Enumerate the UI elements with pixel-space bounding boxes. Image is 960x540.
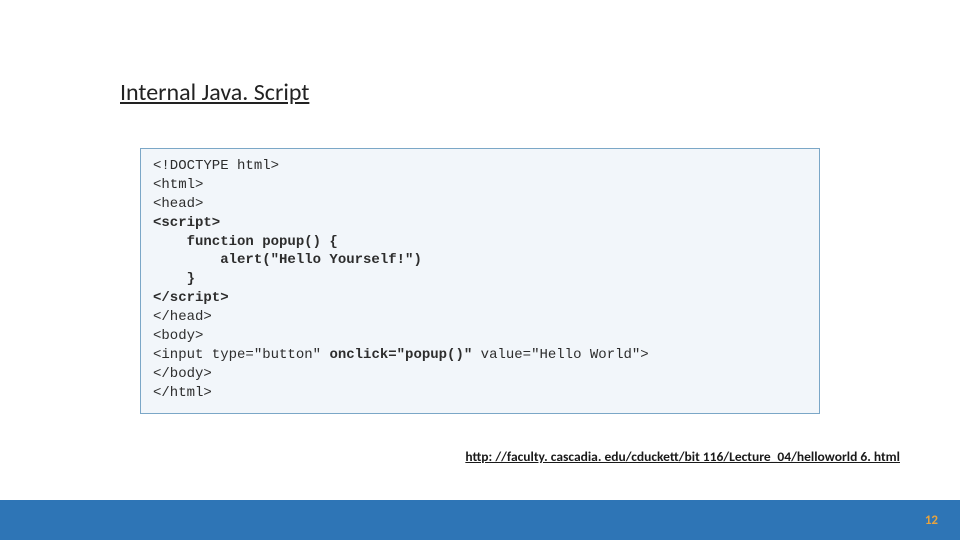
slide: Internal Java. Script <!DOCTYPE html> <h… — [0, 0, 960, 540]
slide-title: Internal Java. Script — [120, 78, 309, 107]
code-line: </body> — [153, 366, 212, 382]
code-box: <!DOCTYPE html> <html> <head> <script> f… — [140, 148, 820, 414]
code-line: <!DOCTYPE html> — [153, 158, 279, 174]
code-line: <body> — [153, 328, 203, 344]
code-line: } — [153, 271, 195, 287]
code-line: </html> — [153, 385, 212, 401]
reference-link[interactable]: http: //faculty. cascadia. edu/cduckett/… — [465, 448, 900, 465]
footer-bar: 12 — [0, 500, 960, 540]
code-line: <input type="button" — [153, 347, 329, 363]
code-line: function popup() { — [153, 234, 338, 250]
code-line: value="Hello World"> — [472, 347, 648, 363]
code-line: <script> — [153, 215, 220, 231]
code-line: </script> — [153, 290, 229, 306]
code-line: <html> — [153, 177, 203, 193]
code-line: <head> — [153, 196, 203, 212]
code-onclick: onclick="popup()" — [329, 347, 472, 363]
code-line: alert("Hello Yourself!") — [153, 252, 422, 268]
code-block: <!DOCTYPE html> <html> <head> <script> f… — [153, 157, 807, 403]
page-number: 12 — [925, 513, 938, 528]
code-line: </head> — [153, 309, 212, 325]
